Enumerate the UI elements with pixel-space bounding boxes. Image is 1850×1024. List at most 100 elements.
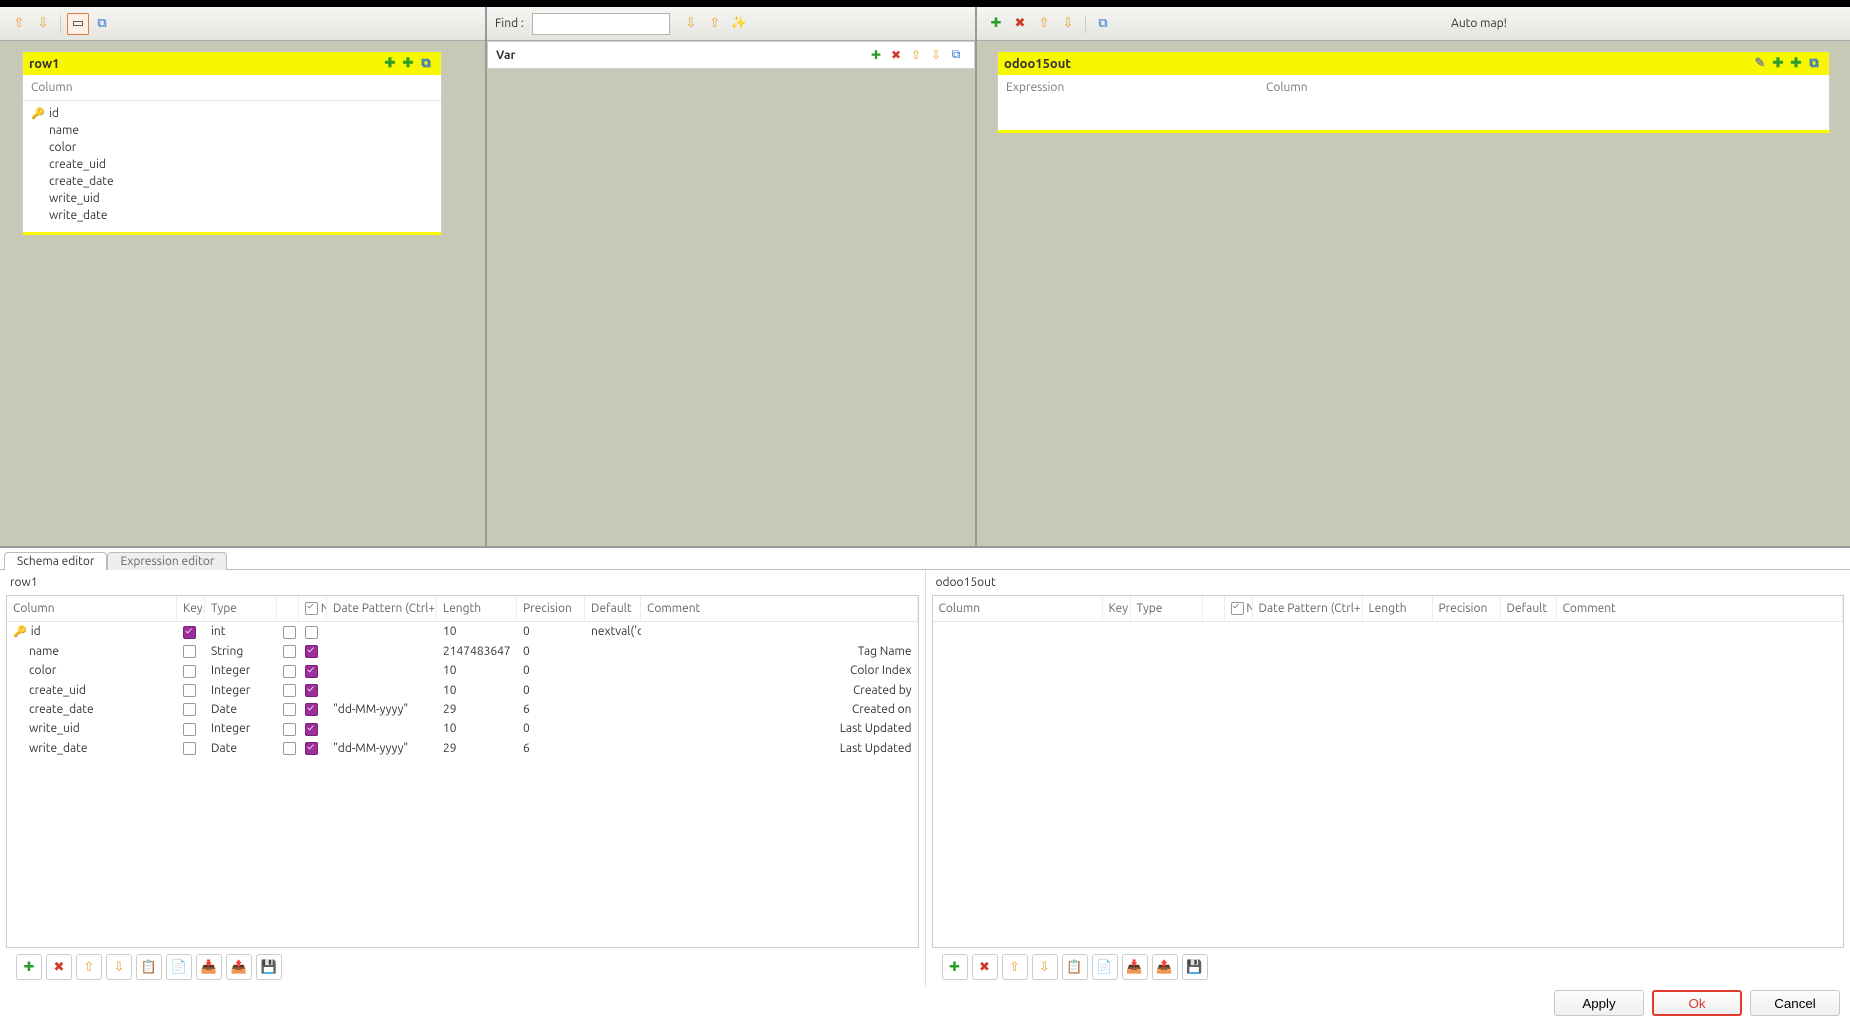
tab-expression-editor[interactable]: Expression editor: [107, 552, 227, 570]
grid-cell[interactable]: 0: [517, 681, 585, 700]
column-item[interactable]: name: [23, 122, 441, 139]
add-icon[interactable]: ✚: [985, 13, 1007, 35]
move-up-icon[interactable]: ⇧: [906, 48, 926, 62]
grid-cell[interactable]: [277, 681, 299, 700]
import-icon[interactable]: 📥: [1122, 954, 1148, 980]
grid-header[interactable]: Precision: [517, 596, 585, 622]
delete-icon[interactable]: ✖: [46, 954, 72, 980]
grid-cell[interactable]: [177, 739, 205, 758]
highlight-icon[interactable]: ✨: [728, 13, 750, 35]
delete-icon[interactable]: ✖: [1009, 13, 1031, 35]
grid-cell[interactable]: 🔑id: [7, 622, 177, 641]
grid-cell[interactable]: color: [7, 661, 177, 680]
grid-cell[interactable]: name: [7, 642, 177, 661]
grid-header[interactable]: Column: [7, 596, 177, 622]
grid-cell[interactable]: [299, 622, 327, 641]
grid-header[interactable]: Date Pattern (Ctrl+: [1253, 596, 1363, 622]
grid-cell[interactable]: 10: [437, 622, 517, 641]
copy-icon[interactable]: 📋: [136, 954, 162, 980]
cancel-button[interactable]: Cancel: [1750, 990, 1840, 1016]
auto-map-button[interactable]: Auto map!: [1116, 17, 1842, 30]
grid-cell[interactable]: create_uid: [7, 681, 177, 700]
grid-cell[interactable]: [641, 622, 918, 641]
grid-cell[interactable]: [277, 739, 299, 758]
add-icon[interactable]: ✚: [16, 954, 42, 980]
grid-cell[interactable]: 6: [517, 739, 585, 758]
grid-cell[interactable]: [299, 719, 327, 738]
grid-header[interactable]: [1203, 596, 1225, 622]
column-item[interactable]: create_uid: [23, 156, 441, 173]
grid-cell[interactable]: Color Index: [641, 661, 918, 680]
minimize-icon[interactable]: ⧉: [417, 56, 435, 71]
grid-cell[interactable]: [277, 642, 299, 661]
grid-cell[interactable]: Last Updated: [641, 739, 918, 758]
tab-schema-editor[interactable]: Schema editor: [4, 552, 107, 570]
grid-cell[interactable]: 10: [437, 661, 517, 680]
grid-cell[interactable]: [327, 681, 437, 700]
find-prev-icon[interactable]: ⇧: [704, 13, 726, 35]
grid-cell[interactable]: Last Updated: [641, 719, 918, 738]
grid-cell[interactable]: "dd-MM-yyyy": [327, 739, 437, 758]
export-icon[interactable]: 📤: [226, 954, 252, 980]
minimize-icon[interactable]: ⧉: [1805, 56, 1823, 71]
grid-cell[interactable]: [585, 700, 641, 719]
column-item[interactable]: write_date: [23, 207, 441, 224]
move-down-icon[interactable]: ⇩: [926, 48, 946, 62]
column-item[interactable]: color: [23, 139, 441, 156]
grid-cell[interactable]: nextval('c: [585, 622, 641, 641]
grid-header[interactable]: Default: [585, 596, 641, 622]
add-icon[interactable]: ✚: [1769, 56, 1787, 71]
grid-cell[interactable]: [177, 700, 205, 719]
edit-icon[interactable]: ✎: [1751, 56, 1769, 71]
grid-cell[interactable]: [177, 719, 205, 738]
grid-cell[interactable]: Integer: [205, 661, 277, 680]
save-icon[interactable]: 💾: [1182, 954, 1208, 980]
paste-icon[interactable]: 📄: [166, 954, 192, 980]
import-icon[interactable]: 📥: [196, 954, 222, 980]
grid-cell[interactable]: [177, 622, 205, 641]
grid-cell[interactable]: [327, 661, 437, 680]
move-up-icon[interactable]: ⇧: [8, 13, 30, 35]
grid-cell[interactable]: 0: [517, 719, 585, 738]
grid-header[interactable]: Comment: [1557, 596, 1844, 622]
grid-cell[interactable]: write_date: [7, 739, 177, 758]
grid-cell[interactable]: [177, 661, 205, 680]
grid-cell[interactable]: 10: [437, 719, 517, 738]
move-down-icon[interactable]: ⇩: [32, 13, 54, 35]
grid-cell[interactable]: [585, 719, 641, 738]
grid-header[interactable]: Default: [1501, 596, 1557, 622]
grid-cell[interactable]: 6: [517, 700, 585, 719]
grid-cell[interactable]: Integer: [205, 719, 277, 738]
grid-cell[interactable]: 2147483647: [437, 642, 517, 661]
move-down-icon[interactable]: ⇩: [1032, 954, 1058, 980]
grid-cell[interactable]: Tag Name: [641, 642, 918, 661]
grid-cell[interactable]: write_uid: [7, 719, 177, 738]
grid-header[interactable]: Date Pattern (Ctrl+: [327, 596, 437, 622]
grid-header[interactable]: Column: [933, 596, 1103, 622]
grid-header[interactable]: Length: [1363, 596, 1433, 622]
grid-cell[interactable]: "dd-MM-yyyy": [327, 700, 437, 719]
grid-cell[interactable]: 29: [437, 700, 517, 719]
find-next-icon[interactable]: ⇩: [680, 13, 702, 35]
grid-header[interactable]: Key: [177, 596, 205, 622]
grid-cell[interactable]: [299, 642, 327, 661]
add-icon[interactable]: ✚: [866, 48, 886, 62]
grid-header[interactable]: Null: [299, 596, 327, 622]
paste-icon[interactable]: 📄: [1092, 954, 1118, 980]
minimize-icon[interactable]: ⧉: [946, 48, 966, 62]
minimize-icon[interactable]: ⧉: [1092, 13, 1114, 35]
grid-cell[interactable]: [327, 719, 437, 738]
grid-cell[interactable]: 0: [517, 642, 585, 661]
grid-cell[interactable]: [327, 642, 437, 661]
delete-icon[interactable]: ✖: [972, 954, 998, 980]
grid-cell[interactable]: [177, 681, 205, 700]
column-item[interactable]: create_date: [23, 173, 441, 190]
grid-header[interactable]: Type: [205, 596, 277, 622]
save-icon[interactable]: 💾: [256, 954, 282, 980]
grid-cell[interactable]: [277, 700, 299, 719]
move-down-icon[interactable]: ⇩: [106, 954, 132, 980]
layout-toggle-icon[interactable]: ▭: [67, 13, 89, 35]
grid-cell[interactable]: [585, 642, 641, 661]
apply-button[interactable]: Apply: [1554, 990, 1644, 1016]
grid-header[interactable]: [277, 596, 299, 622]
